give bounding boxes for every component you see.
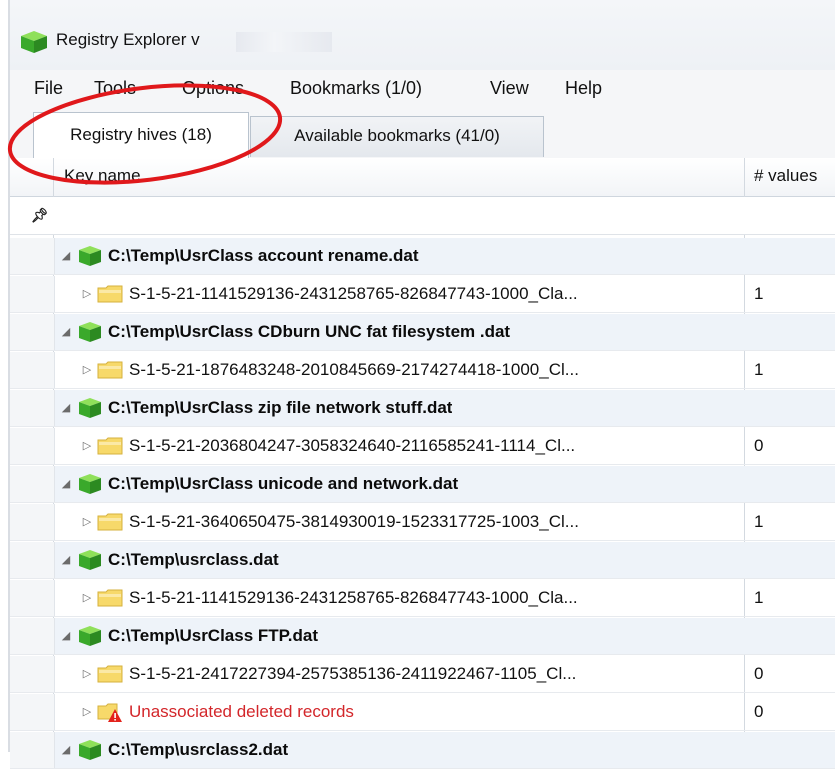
expand-arrow-icon[interactable]: ▷ <box>80 705 94 718</box>
menu-tools[interactable]: Tools <box>94 78 136 99</box>
deleted-records-label: Unassociated deleted records <box>129 702 354 721</box>
hive-path: C:\Temp\UsrClass FTP.dat <box>108 626 319 645</box>
folder-icon <box>97 589 123 607</box>
key-name: S-1-5-21-2417227394-2575385136-241192246… <box>129 664 577 683</box>
row-selector[interactable] <box>10 504 55 540</box>
key-name: S-1-5-21-2036804247-3058324640-211658524… <box>129 436 576 455</box>
hive-cube-icon <box>79 474 101 494</box>
filter-input[interactable] <box>58 203 742 231</box>
hive-cube-icon <box>79 550 101 570</box>
hive-path: C:\Temp\UsrClass account rename.dat <box>108 246 419 265</box>
redacted-version <box>236 32 332 52</box>
row-selector[interactable] <box>10 428 55 464</box>
collapse-arrow-icon[interactable]: ◢ <box>59 553 73 566</box>
values-count: 0 <box>754 702 764 721</box>
expand-arrow-icon[interactable]: ▷ <box>80 515 94 528</box>
hive-cube-icon <box>79 322 101 342</box>
key-name: S-1-5-21-1876483248-2010845669-217427441… <box>129 360 579 379</box>
folder-icon <box>97 665 123 683</box>
folder-icon <box>97 513 123 531</box>
collapse-arrow-icon[interactable]: ◢ <box>59 325 73 338</box>
key-name: S-1-5-21-1141529136-2431258765-826847743… <box>129 284 578 303</box>
green-cube-icon <box>21 31 47 53</box>
row-selector[interactable] <box>10 314 55 350</box>
hive-path: C:\Temp\usrclass2.dat <box>108 740 289 759</box>
column-header-values[interactable]: # values <box>754 166 817 186</box>
row-selector[interactable] <box>10 732 55 768</box>
menu-file[interactable]: File <box>34 78 63 99</box>
key-name: S-1-5-21-3640650475-3814930019-152331772… <box>129 512 579 531</box>
collapse-arrow-icon[interactable]: ◢ <box>59 629 73 642</box>
values-count: 0 <box>754 664 764 683</box>
expand-arrow-icon[interactable]: ▷ <box>80 591 94 604</box>
row-selector[interactable] <box>10 580 55 616</box>
hive-path: C:\Temp\UsrClass CDburn UNC fat filesyst… <box>108 322 511 341</box>
collapse-arrow-icon[interactable]: ◢ <box>59 743 73 756</box>
hive-path: C:\Temp\UsrClass zip file network stuff.… <box>108 398 453 417</box>
hive-path: C:\Temp\usrclass.dat <box>108 550 279 569</box>
expand-arrow-icon[interactable]: ▷ <box>80 363 94 376</box>
menu-options[interactable]: Options <box>182 78 244 99</box>
hive-cube-icon <box>79 398 101 418</box>
row-selector[interactable] <box>10 276 55 312</box>
pin-filter-icon: 📌︎ <box>31 207 49 223</box>
menu-help[interactable]: Help <box>565 78 602 99</box>
collapse-arrow-icon[interactable]: ◢ <box>59 401 73 414</box>
row-selector[interactable] <box>10 352 55 388</box>
deleted-records-warning-icon <box>97 703 122 722</box>
values-count: 1 <box>754 360 764 379</box>
values-count: 1 <box>754 512 764 531</box>
hive-cube-icon <box>79 246 101 266</box>
collapse-arrow-icon[interactable]: ◢ <box>59 249 73 262</box>
hive-path: C:\Temp\UsrClass unicode and network.dat <box>108 474 459 493</box>
folder-icon <box>97 437 123 455</box>
row-selector[interactable] <box>10 466 55 502</box>
row-selector[interactable] <box>10 542 55 578</box>
expand-arrow-icon[interactable]: ▷ <box>80 439 94 452</box>
row-selector[interactable] <box>10 618 55 654</box>
tab-available-bookmarks[interactable]: Available bookmarks (41/0) <box>250 116 544 157</box>
column-header-key-name[interactable]: Key name <box>64 166 141 186</box>
expand-arrow-icon[interactable]: ▷ <box>80 287 94 300</box>
collapse-arrow-icon[interactable]: ◢ <box>59 477 73 490</box>
folder-icon <box>97 285 123 303</box>
row-selector[interactable] <box>10 656 55 692</box>
values-count: 1 <box>754 284 764 303</box>
row-selector[interactable] <box>10 390 55 426</box>
hive-cube-icon <box>79 626 101 646</box>
hive-cube-icon <box>79 740 101 760</box>
menu-view[interactable]: View <box>490 78 529 99</box>
row-selector[interactable] <box>10 694 55 730</box>
key-name: S-1-5-21-1141529136-2431258765-826847743… <box>129 588 578 607</box>
menu-bookmarks[interactable]: Bookmarks (1/0) <box>290 78 422 99</box>
expand-arrow-icon[interactable]: ▷ <box>80 667 94 680</box>
folder-icon <box>97 361 123 379</box>
values-count: 1 <box>754 588 764 607</box>
window-title: Registry Explorer v <box>56 30 200 49</box>
tab-registry-hives[interactable]: Registry hives (18) <box>33 112 249 159</box>
values-count: 0 <box>754 436 764 455</box>
row-selector[interactable] <box>10 238 55 274</box>
